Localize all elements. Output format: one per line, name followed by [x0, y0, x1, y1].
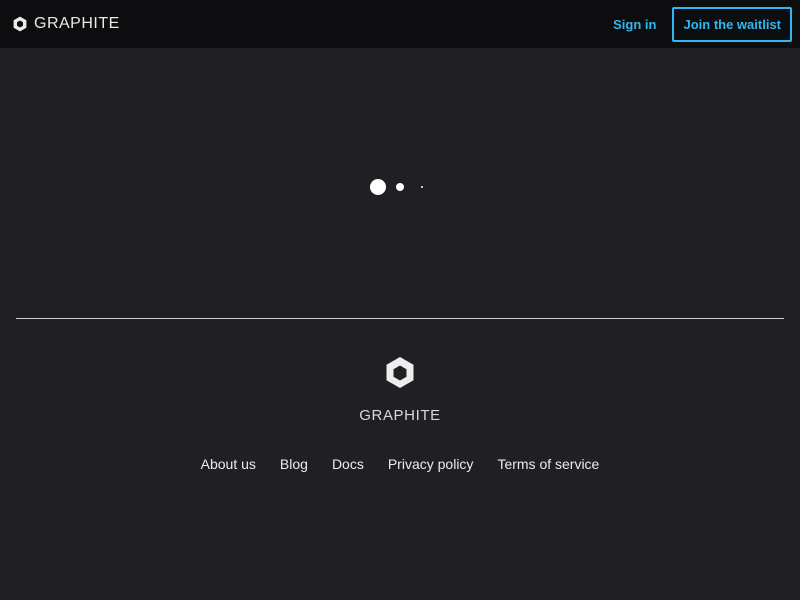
loading-dot-large [370, 179, 386, 195]
footer-divider [16, 318, 784, 319]
footer-link-terms-of-service[interactable]: Terms of service [497, 456, 599, 472]
footer-link-docs[interactable]: Docs [332, 456, 364, 472]
loading-indicator [0, 179, 800, 195]
header-actions: Sign in Join the waitlist [613, 6, 792, 42]
sign-in-link[interactable]: Sign in [613, 17, 656, 32]
brand-logo-link[interactable]: GRAPHITE [12, 15, 120, 33]
loading-dot-small [421, 186, 423, 188]
loading-dot-medium [396, 183, 404, 191]
brand-name: GRAPHITE [34, 15, 120, 32]
footer-link-privacy-policy[interactable]: Privacy policy [388, 456, 474, 472]
footer-brand: GRAPHITE [0, 356, 800, 424]
top-navigation-bar: GRAPHITE Sign in Join the waitlist [0, 0, 800, 48]
join-waitlist-button[interactable]: Join the waitlist [672, 6, 792, 42]
footer-link-about-us[interactable]: About us [201, 456, 256, 472]
footer-brand-name: GRAPHITE [359, 407, 441, 424]
footer-link-blog[interactable]: Blog [280, 456, 308, 472]
graphite-hexagon-icon [12, 16, 28, 32]
graphite-hexagon-icon [385, 356, 415, 395]
footer-links: About us Blog Docs Privacy policy Terms … [0, 456, 800, 472]
